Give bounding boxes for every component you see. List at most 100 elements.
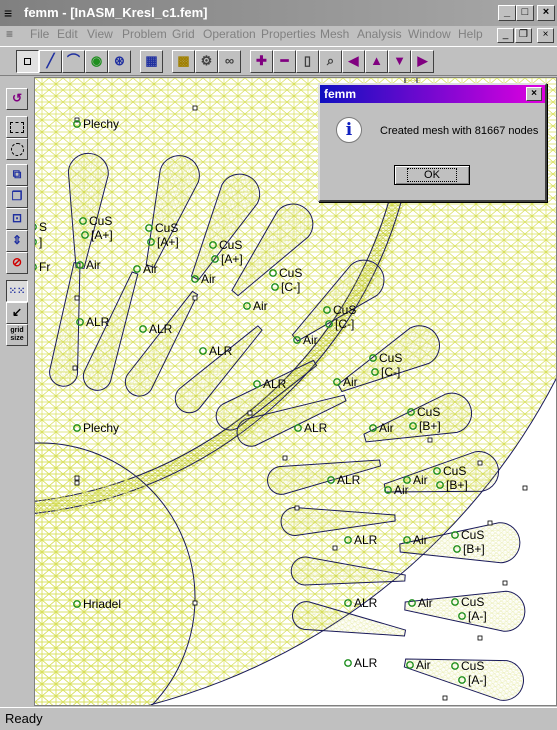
undo-button[interactable]: ↺ <box>6 88 28 110</box>
close-button[interactable]: × <box>537 5 555 21</box>
stator-slot <box>403 658 524 701</box>
menu-view[interactable]: View <box>87 27 113 41</box>
move-button[interactable]: ⧉ <box>6 164 28 186</box>
block-label[interactable]: S <box>39 220 47 234</box>
block-label[interactable]: [C-] <box>335 317 354 331</box>
menu-help[interactable]: Help <box>458 27 483 41</box>
menu-operation[interactable]: Operation <box>203 27 256 41</box>
block-label[interactable]: CuS <box>219 238 242 252</box>
block-label[interactable]: CuS <box>89 214 112 228</box>
mdi-close-button[interactable]: × <box>537 28 554 43</box>
block-label[interactable]: Plechy <box>83 421 119 435</box>
block-label[interactable]: ALR <box>86 315 110 329</box>
block-label[interactable]: Air <box>379 421 394 435</box>
grid-size-button[interactable]: grid size <box>6 324 28 346</box>
block-label[interactable]: [A+] <box>221 252 243 266</box>
block-label[interactable]: [C-] <box>381 365 400 379</box>
menu-file[interactable]: File <box>30 27 49 41</box>
mdi-doc-icon[interactable]: ≡ <box>6 27 13 41</box>
block-label[interactable]: [A-] <box>468 673 487 687</box>
analyze-button[interactable]: ⚙ <box>195 50 218 73</box>
menu-grid[interactable]: Grid <box>172 27 195 41</box>
block-label[interactable]: Air <box>416 658 431 672</box>
node-mode-button[interactable] <box>16 50 39 73</box>
block-label[interactable]: CuS <box>379 351 402 365</box>
block-label[interactable]: Air <box>143 262 158 276</box>
block-label[interactable]: ALR <box>354 656 378 670</box>
group-mode-button[interactable]: ⊛ <box>108 50 131 73</box>
block-label[interactable]: Air <box>394 483 409 497</box>
block-label[interactable]: Air <box>413 473 428 487</box>
block-label-marker[interactable] <box>344 659 352 667</box>
arc-mode-button[interactable]: ⌒ <box>62 50 85 73</box>
pan-down-button[interactable]: ▼ <box>388 50 411 73</box>
block-label-mode-button[interactable]: ◉ <box>85 50 108 73</box>
show-grid-button[interactable]: ⁙⁙ <box>6 280 28 302</box>
menu-mesh[interactable]: Mesh <box>320 27 349 41</box>
ok-button[interactable]: OK <box>394 165 470 185</box>
zoom-natural-button[interactable]: ▯ <box>296 50 319 73</box>
copy-button[interactable]: ❐ <box>6 186 28 208</box>
block-label[interactable]: Air <box>413 533 428 547</box>
view-results-button[interactable]: ∞ <box>218 50 241 73</box>
block-label[interactable]: CuS <box>417 405 440 419</box>
block-label[interactable]: CuS <box>155 221 178 235</box>
block-label[interactable]: [A+] <box>157 235 179 249</box>
select-circle-button[interactable] <box>6 138 28 160</box>
block-label[interactable]: CuS <box>279 266 302 280</box>
zoom-in-button[interactable]: ✚ <box>250 50 273 73</box>
dialog-close-button[interactable]: × <box>526 87 542 101</box>
block-label[interactable]: ALR <box>354 596 378 610</box>
block-label[interactable]: [A+] <box>91 228 113 242</box>
block-label[interactable]: Fr <box>39 260 50 274</box>
mirror-button[interactable]: ⇕ <box>6 230 28 252</box>
block-label[interactable]: ALR <box>337 473 361 487</box>
block-label[interactable]: ALR <box>304 421 328 435</box>
block-label[interactable]: [B+] <box>419 419 441 433</box>
block-label[interactable]: CuS <box>461 595 484 609</box>
block-label[interactable]: [A-] <box>468 609 487 623</box>
mesh-button[interactable]: ▩ <box>172 50 195 73</box>
block-label[interactable]: ALR <box>354 533 378 547</box>
block-label[interactable]: ] <box>39 235 42 249</box>
block-label[interactable]: Plechy <box>83 117 119 131</box>
block-label[interactable]: Air <box>343 375 358 389</box>
app-icon[interactable]: ≡ <box>4 5 12 21</box>
block-label[interactable]: ALR <box>263 377 287 391</box>
block-label[interactable]: Air <box>86 258 101 272</box>
pan-left-button[interactable]: ◀ <box>342 50 365 73</box>
block-label[interactable]: CuS <box>443 464 466 478</box>
block-label[interactable]: CuS <box>333 303 356 317</box>
maximize-button[interactable]: □ <box>516 5 534 21</box>
menu-analysis[interactable]: Analysis <box>357 27 402 41</box>
pan-right-button[interactable]: ▶ <box>411 50 434 73</box>
zoom-window-button[interactable]: ⌕ <box>319 50 342 73</box>
block-label[interactable]: [B+] <box>446 478 468 492</box>
block-label[interactable]: Air <box>303 333 318 347</box>
block-label[interactable]: [B+] <box>463 542 485 556</box>
menu-edit[interactable]: Edit <box>57 27 78 41</box>
block-label[interactable]: ALR <box>149 322 173 336</box>
select-rectangle-button[interactable] <box>6 116 28 138</box>
mdi-minimize-button[interactable]: _ <box>497 28 514 43</box>
menu-problem[interactable]: Problem <box>122 27 167 41</box>
zoom-out-button[interactable]: ━ <box>273 50 296 73</box>
block-label[interactable]: CuS <box>461 528 484 542</box>
mdi-restore-button[interactable]: ❐ <box>515 28 532 43</box>
menu-window[interactable]: Window <box>408 27 451 41</box>
block-label[interactable]: Hriadel <box>83 597 121 611</box>
block-label[interactable]: CuS <box>461 659 484 673</box>
scale-button[interactable]: ⊡ <box>6 208 28 230</box>
minimize-button[interactable]: _ <box>498 5 516 21</box>
block-label[interactable]: [C-] <box>281 280 300 294</box>
properties-table-button[interactable]: ▦ <box>140 50 163 73</box>
block-label[interactable]: ALR <box>209 344 233 358</box>
menu-properties[interactable]: Properties <box>261 27 316 41</box>
segment-mode-button[interactable]: ╱ <box>39 50 62 73</box>
snap-grid-button[interactable]: ↙ <box>6 302 28 324</box>
delete-button[interactable]: ⊘ <box>6 252 28 274</box>
block-label[interactable]: Air <box>418 596 433 610</box>
block-label[interactable]: Air <box>201 272 216 286</box>
block-label[interactable]: Air <box>253 299 268 313</box>
pan-up-button[interactable]: ▲ <box>365 50 388 73</box>
